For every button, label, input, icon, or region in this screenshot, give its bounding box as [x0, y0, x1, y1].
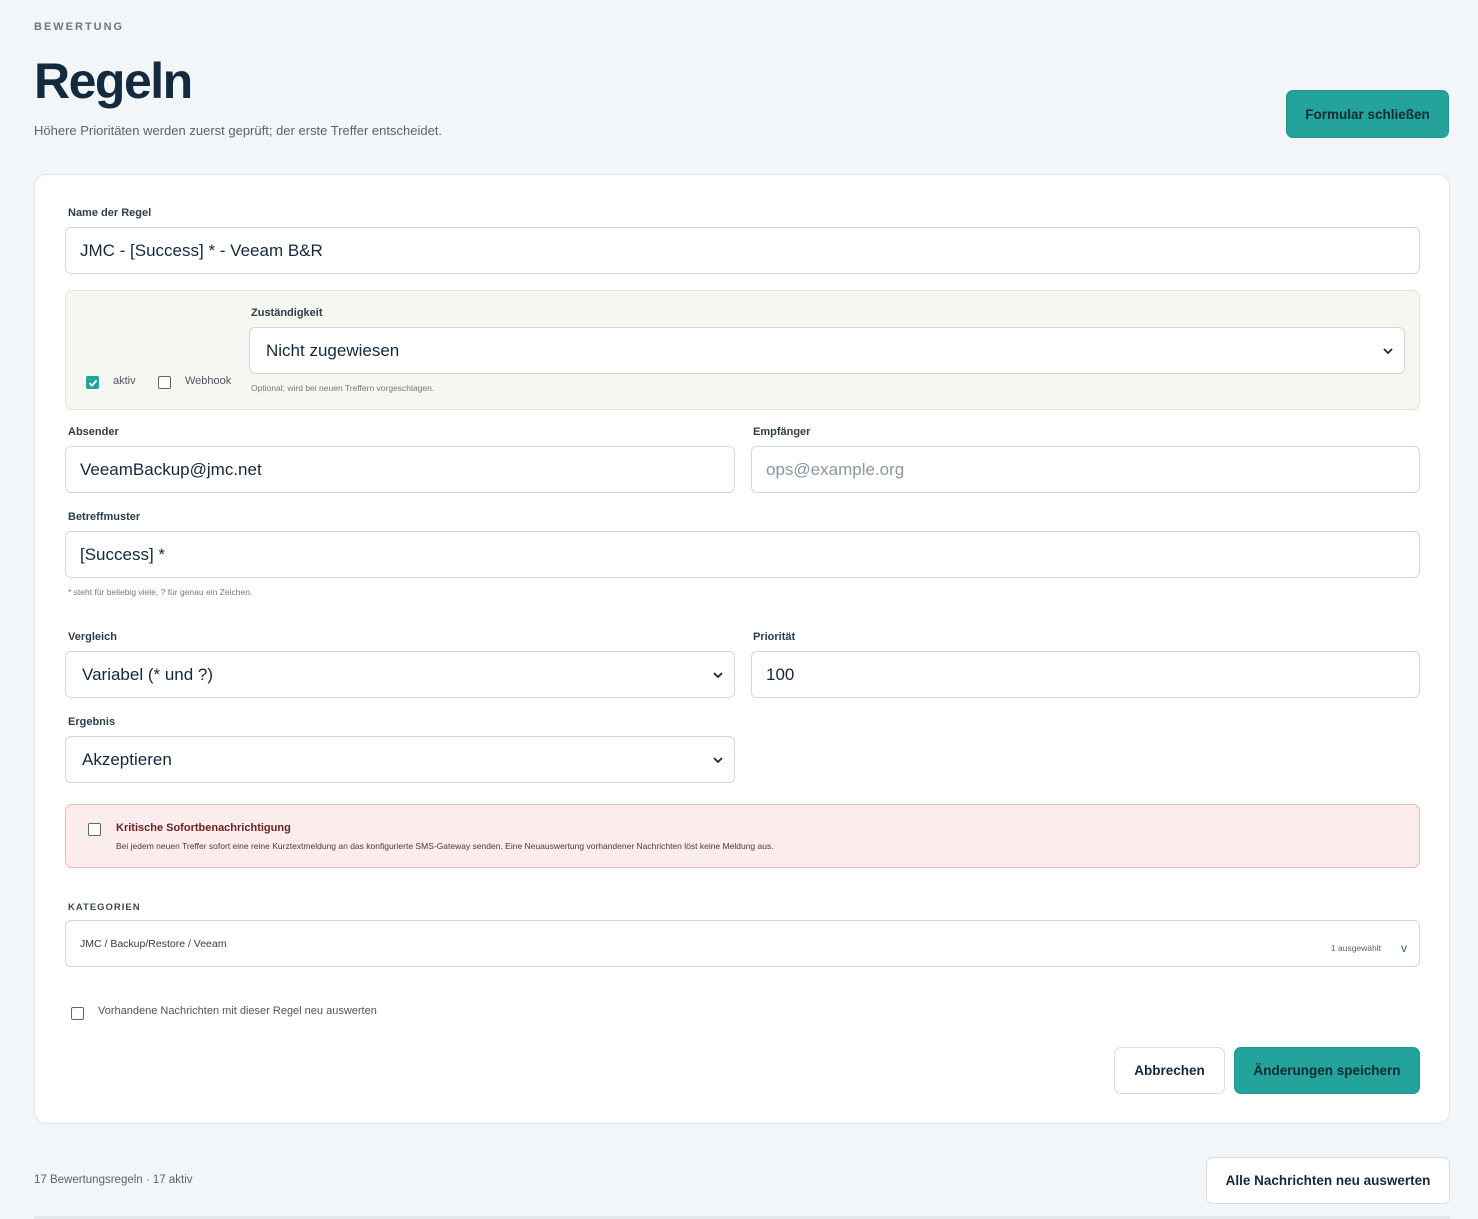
result-value: Akzeptieren [82, 749, 172, 769]
rule-name-input[interactable]: JMC - [Success] * - Veeam B&R [65, 227, 1420, 274]
webhook-checkbox[interactable] [158, 376, 171, 389]
categories-count: 1 ausgewählt [1330, 943, 1381, 953]
active-label: aktiv [113, 375, 136, 387]
recipient-input[interactable]: ops@example.org [751, 446, 1420, 493]
subject-label: Betreffmuster [68, 511, 141, 523]
active-checkbox[interactable] [86, 376, 99, 389]
status-group: aktiv Webhook Zuständigkeit Nicht zugewi… [65, 290, 1420, 410]
rules-summary: 17 Bewertungsregeln · 17 aktiv [34, 1174, 193, 1186]
check-icon [88, 379, 98, 387]
page-eyebrow: BEWERTUNG [34, 21, 125, 33]
sender-label: Absender [68, 426, 119, 438]
page-subtitle: Höhere Prioritäten werden zuerst geprüft… [34, 123, 443, 138]
close-form-button[interactable]: Formular schließen [1286, 90, 1449, 138]
categories-label: KATEGORIEN [68, 902, 141, 913]
save-button[interactable]: Änderungen speichern [1234, 1047, 1420, 1094]
subject-hint: * steht für beliebig viele, ? für genau … [68, 587, 253, 597]
priority-input[interactable]: 100 [751, 651, 1420, 698]
rule-form-card: Name der Regel JMC - [Success] * - Veeam… [34, 174, 1450, 1124]
page-title: Regeln [34, 53, 193, 109]
responsibility-value: Nicht zugewiesen [266, 340, 400, 360]
chevron-down-icon: v [1401, 941, 1407, 955]
categories-value: JMC / Backup/Restore / Veeam [80, 938, 227, 950]
critical-notification-title: Kritische Sofortbenachrichtigung [116, 822, 291, 834]
comparison-value: Variabel (* und ?) [82, 664, 214, 684]
sender-input[interactable]: VeeamBackup@jmc.net [65, 446, 735, 493]
critical-notification-box: Kritische Sofortbenachrichtigung Bei jed… [65, 804, 1420, 868]
chevron-down-icon [1383, 347, 1393, 354]
chevron-down-icon [713, 671, 723, 678]
priority-label: Priorität [753, 631, 796, 643]
result-label: Ergebnis [68, 716, 116, 728]
chevron-down-icon [713, 756, 723, 763]
critical-notification-checkbox[interactable] [88, 823, 101, 836]
responsibility-hint: Optional; wird bei neuen Treffern vorges… [251, 383, 435, 393]
reevaluate-all-button[interactable]: Alle Nachrichten neu auswerten [1206, 1157, 1450, 1204]
reevaluate-label: Vorhandene Nachrichten mit dieser Regel … [98, 1005, 377, 1017]
critical-notification-text: Bei jedem neuen Treffer sofort eine rein… [116, 841, 774, 851]
responsibility-label: Zuständigkeit [251, 307, 323, 319]
comparison-label: Vergleich [68, 631, 117, 643]
cancel-button[interactable]: Abbrechen [1114, 1047, 1225, 1094]
responsibility-select[interactable]: Nicht zugewiesen [249, 327, 1405, 374]
categories-select[interactable]: JMC / Backup/Restore / Veeam 1 ausgewähl… [65, 920, 1420, 967]
rule-name-label: Name der Regel [68, 207, 152, 219]
comparison-select[interactable]: Variabel (* und ?) [65, 651, 735, 698]
result-select[interactable]: Akzeptieren [65, 736, 735, 783]
recipient-label: Empfänger [753, 426, 811, 438]
subject-input[interactable]: [Success] * [65, 531, 1420, 578]
reevaluate-checkbox[interactable] [71, 1007, 84, 1020]
webhook-label: Webhook [185, 375, 232, 387]
